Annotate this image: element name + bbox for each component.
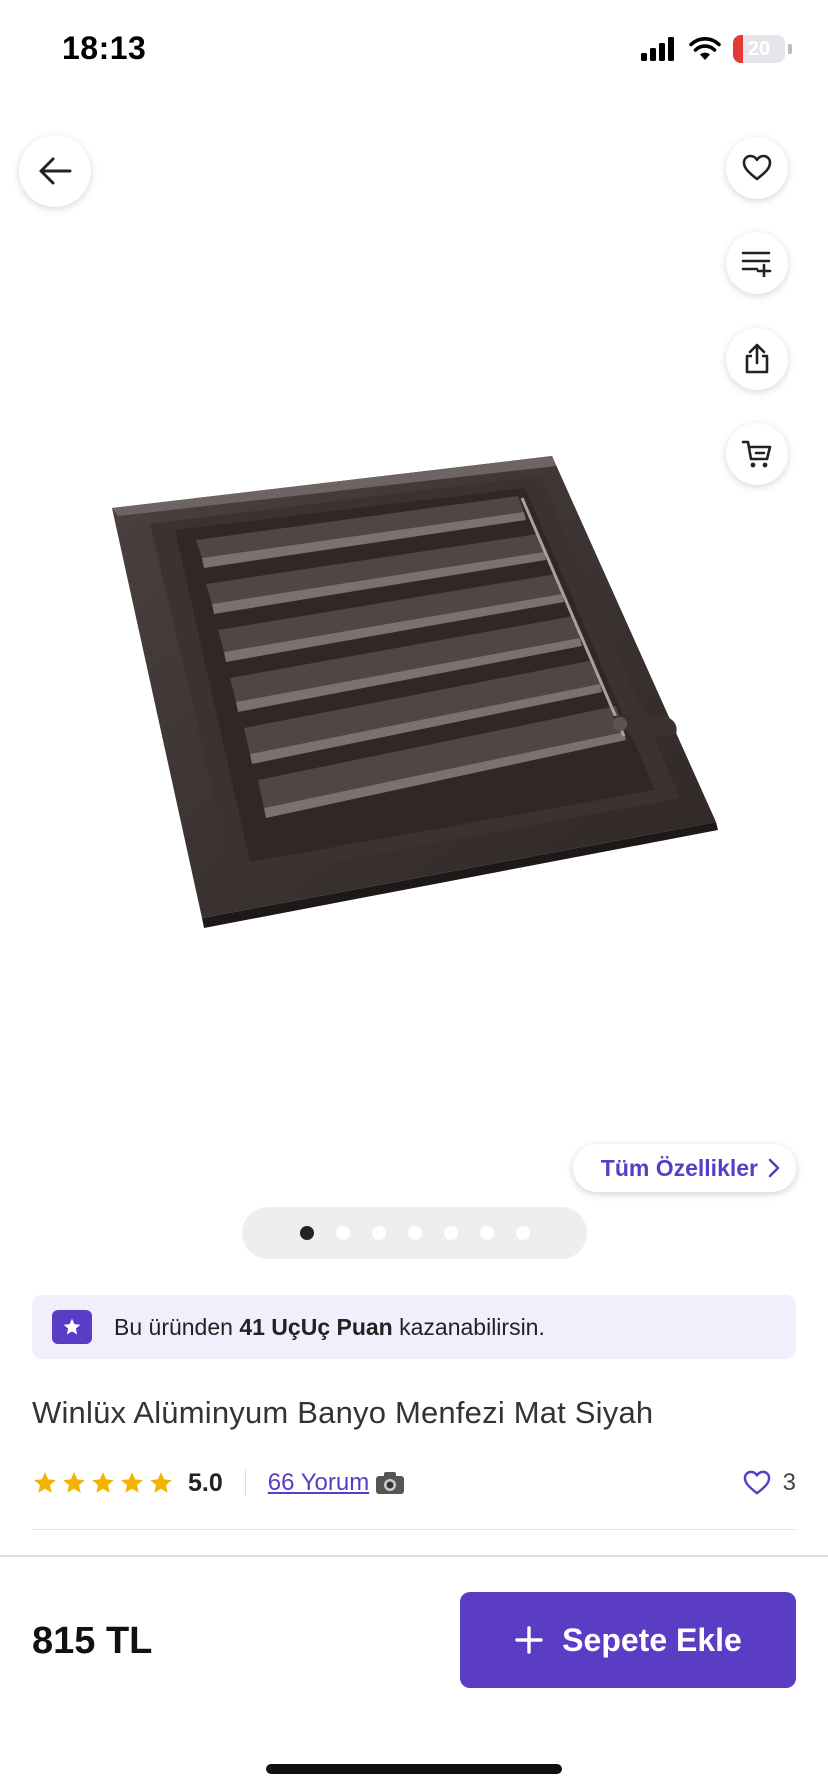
star-badge-icon <box>52 1310 92 1344</box>
product-image[interactable] <box>100 440 740 940</box>
rating-stars <box>32 1470 174 1496</box>
status-bar: 18:13 20 <box>0 0 828 100</box>
pagination-dot[interactable] <box>407 1226 422 1240</box>
all-features-label: Tüm Özellikler <box>600 1154 758 1181</box>
cellular-signal-icon <box>641 37 674 61</box>
plus-icon <box>515 1626 543 1654</box>
heart-icon <box>742 154 772 181</box>
star-icon <box>63 1472 85 1493</box>
bottom-bar-divider <box>0 1555 828 1557</box>
pagination-dot[interactable] <box>299 1226 314 1240</box>
points-banner: Bu üründen 41 UçUç Puan kazanabilirsin. <box>32 1295 796 1359</box>
back-button[interactable] <box>19 135 91 207</box>
favorite-count-value: 3 <box>782 1469 796 1496</box>
rating-row: 5.0 66 Yorum 3 <box>32 1463 796 1503</box>
battery-level: 20 <box>747 37 771 60</box>
status-icons: 20 <box>641 34 792 64</box>
arrow-left-icon <box>39 157 72 185</box>
pagination-dot[interactable] <box>515 1226 530 1240</box>
wifi-icon <box>689 37 721 60</box>
status-time: 18:13 <box>62 30 147 66</box>
product-title: Winlüx Alüminyum Banyo Menfezi Mat Siyah <box>32 1395 654 1430</box>
cart-icon <box>741 440 772 468</box>
pagination-dot[interactable] <box>371 1226 386 1240</box>
points-suffix: kazanabilirsin. <box>399 1313 545 1340</box>
add-to-cart-label: Sepete Ekle <box>562 1621 742 1658</box>
star-icon <box>92 1472 114 1493</box>
battery-icon: 20 <box>733 35 785 63</box>
battery-cap <box>788 44 792 54</box>
divider <box>32 1529 796 1530</box>
points-prefix: Bu üründen <box>114 1313 233 1340</box>
pagination-dot[interactable] <box>479 1226 494 1240</box>
star-icon <box>121 1472 143 1493</box>
add-to-cart-button[interactable]: Sepete Ekle <box>460 1592 796 1688</box>
pagination-dot[interactable] <box>443 1226 458 1240</box>
reviews-link[interactable]: 66 Yorum <box>268 1469 369 1497</box>
points-amount: 41 UçUç Puan <box>239 1313 393 1340</box>
image-pagination[interactable] <box>242 1207 587 1259</box>
rating-value: 5.0 <box>188 1468 223 1497</box>
rating-separator <box>244 1470 246 1496</box>
list-add-icon <box>741 251 772 277</box>
points-text: Bu üründen 41 UçUç Puan kazanabilirsin. <box>114 1314 545 1341</box>
star-icon <box>34 1472 56 1493</box>
compare-button[interactable] <box>726 232 788 294</box>
favorite-count[interactable]: 3 <box>743 1469 796 1497</box>
home-indicator[interactable] <box>266 1764 562 1774</box>
vent-grille-image <box>112 456 718 928</box>
heart-outline-icon <box>743 1470 770 1495</box>
share-button[interactable] <box>726 328 788 390</box>
share-icon <box>745 343 769 374</box>
favorite-button[interactable] <box>726 137 788 199</box>
camera-icon <box>376 1472 405 1494</box>
pagination-dot[interactable] <box>335 1226 350 1240</box>
price: 815 TL <box>32 1620 153 1662</box>
star-icon <box>150 1472 172 1493</box>
chevron-right-icon <box>768 1158 780 1178</box>
all-features-button[interactable]: Tüm Özellikler <box>572 1144 796 1192</box>
